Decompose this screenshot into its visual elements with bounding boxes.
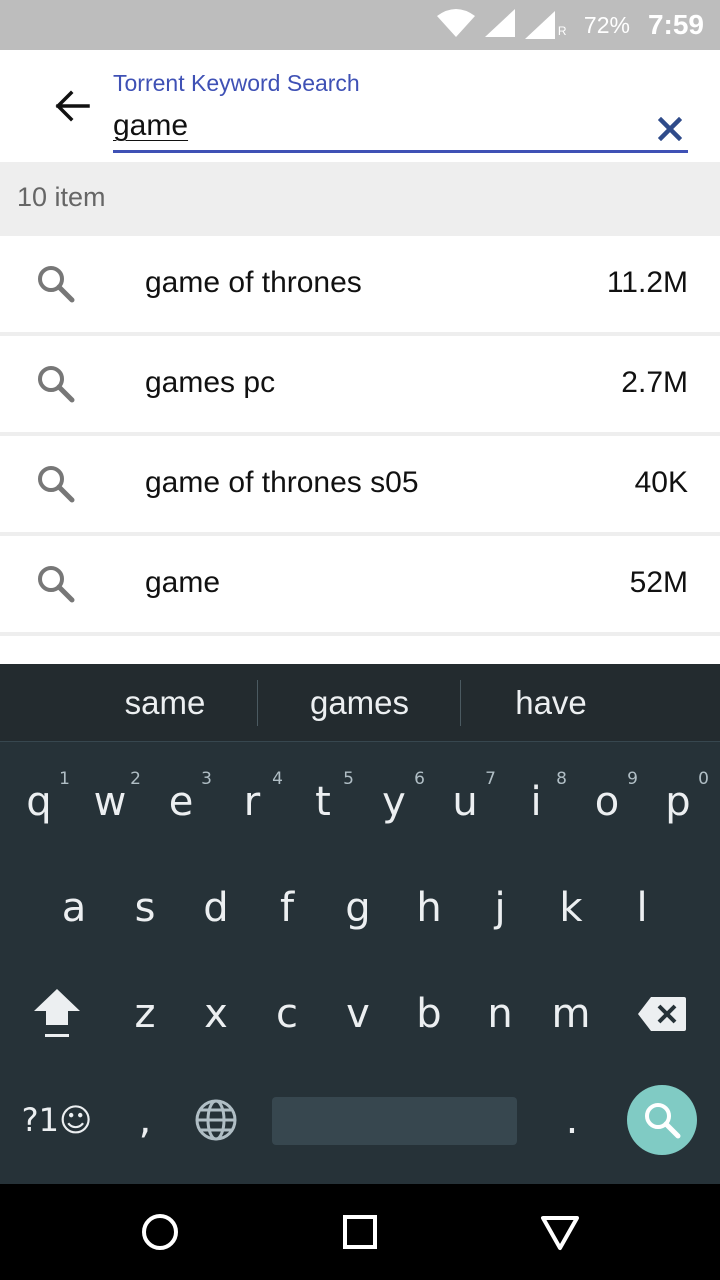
key-p[interactable]: p0: [643, 757, 713, 847]
navigation-bar: [0, 1184, 720, 1280]
suggestion-list: game of thrones 11.2M games pc 2.7M game…: [0, 236, 720, 664]
close-icon: [658, 117, 682, 141]
key-o[interactable]: o9: [572, 757, 642, 847]
suggestion-count: 52M: [629, 566, 688, 599]
suggestion-label: game of thrones s05: [145, 466, 419, 499]
suggestion-item[interactable]: games pc 2.7M: [0, 336, 720, 432]
key-h[interactable]: h: [394, 863, 464, 953]
signal-icon: [484, 8, 516, 43]
suggestion-item[interactable]: game 52M: [0, 536, 720, 632]
recent-apps-button[interactable]: [338, 1210, 382, 1254]
status-bar: R 72% 7:59: [0, 0, 720, 50]
keyboard-suggestion[interactable]: games: [262, 664, 457, 742]
home-button[interactable]: [138, 1210, 182, 1254]
search-icon: [645, 1103, 681, 1139]
key-a[interactable]: a: [39, 863, 109, 953]
key-j[interactable]: j: [465, 863, 535, 953]
status-bar-right: R 72% 7:59: [436, 0, 704, 50]
suggestion-count: 11.2M: [606, 266, 688, 299]
search-icon: [38, 466, 75, 503]
keyboard-suggestion-strip: same games have: [0, 664, 720, 742]
suggestion-count: 2.7M: [621, 366, 688, 399]
key-f[interactable]: f: [252, 863, 322, 953]
search-icon: [38, 566, 75, 603]
key-s[interactable]: s: [110, 863, 180, 953]
clear-search-button[interactable]: [652, 112, 688, 146]
soft-keyboard: same games have q1 w2 e3 r4 t5 y6 u7 i8 …: [0, 664, 720, 1184]
suggestion-label: game: [145, 566, 221, 599]
key-k[interactable]: k: [536, 863, 606, 953]
arrow-left-icon: [55, 90, 90, 122]
search-label: Torrent Keyword Search: [113, 70, 360, 96]
search-underline: [113, 150, 688, 153]
suggestion-item[interactable]: game of thrones s05 40K: [0, 436, 720, 532]
space-bar[interactable]: [272, 1097, 517, 1145]
key-g[interactable]: g: [323, 863, 393, 953]
period-key[interactable]: .: [537, 1075, 607, 1165]
result-count-bar: 10 item: [0, 162, 720, 236]
suggestion-item[interactable]: game of thrones 11.2M: [0, 236, 720, 332]
key-n[interactable]: n: [465, 969, 535, 1059]
suggestion-label: games pc: [145, 366, 276, 399]
key-b[interactable]: b: [394, 969, 464, 1059]
clock: 7:59: [647, 9, 704, 40]
comma-key[interactable]: ,: [110, 1075, 180, 1165]
key-t[interactable]: t5: [288, 757, 358, 847]
search-action-key[interactable]: [627, 1085, 697, 1155]
search-icon: [38, 266, 75, 303]
key-v[interactable]: v: [323, 969, 393, 1059]
suggestion-divider: [257, 680, 258, 726]
keyboard-suggestion[interactable]: same: [70, 664, 260, 742]
key-x[interactable]: x: [181, 969, 251, 1059]
key-m[interactable]: m: [536, 969, 606, 1059]
key-l[interactable]: l: [607, 863, 677, 953]
wifi-icon: [436, 8, 476, 43]
key-q[interactable]: q1: [4, 757, 74, 847]
back-button[interactable]: [48, 84, 96, 128]
suggestion-count: 40K: [634, 466, 688, 499]
key-r[interactable]: r4: [217, 757, 287, 847]
suggestion-label: game of thrones: [145, 266, 362, 299]
globe-icon: [195, 1099, 237, 1141]
key-i[interactable]: i8: [501, 757, 571, 847]
key-e[interactable]: e3: [146, 757, 216, 847]
square-recents-icon: [343, 1215, 377, 1249]
language-key[interactable]: [181, 1075, 251, 1165]
roaming-signal-icon: R: [524, 10, 567, 40]
backspace-key[interactable]: [627, 969, 697, 1059]
suggestion-item[interactable]: [0, 636, 720, 664]
result-count: 10 item: [17, 182, 106, 212]
search-header: Torrent Keyword Search: [0, 50, 720, 162]
keyboard-suggestion[interactable]: have: [460, 664, 642, 742]
back-nav-button[interactable]: [538, 1210, 582, 1254]
triangle-back-icon: [541, 1216, 579, 1250]
circle-home-icon: [142, 1214, 178, 1250]
symbols-key[interactable]: ?1☺: [17, 1075, 97, 1165]
key-z[interactable]: z: [110, 969, 180, 1059]
key-y[interactable]: y6: [359, 757, 429, 847]
roaming-indicator: R: [557, 24, 567, 38]
shift-arrow-icon: [34, 989, 80, 1037]
key-d[interactable]: d: [181, 863, 251, 953]
backspace-icon: [638, 997, 686, 1031]
battery-level: 72%: [583, 11, 630, 38]
key-c[interactable]: c: [252, 969, 322, 1059]
shift-key[interactable]: [22, 969, 92, 1059]
search-input[interactable]: [113, 106, 613, 146]
search-icon: [38, 366, 75, 403]
key-w[interactable]: w2: [75, 757, 145, 847]
key-u[interactable]: u7: [430, 757, 500, 847]
